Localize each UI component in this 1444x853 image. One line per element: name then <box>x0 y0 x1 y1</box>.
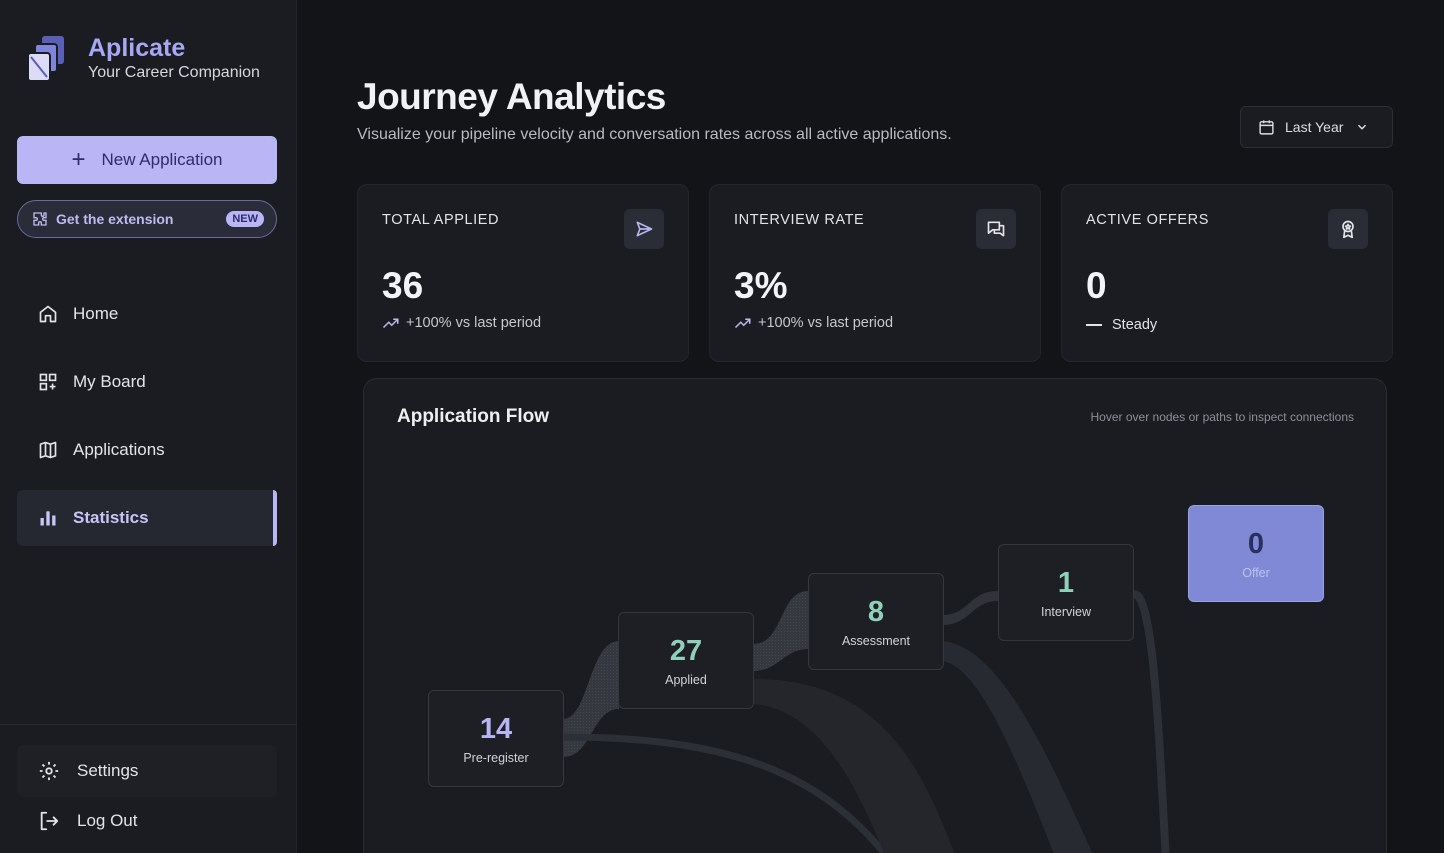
flow-node-assessment[interactable]: 8 Assessment <box>808 573 944 670</box>
application-flow-card: Application Flow Hover over nodes or pat… <box>363 378 1387 853</box>
brand[interactable]: Aplicate Your Career Companion <box>26 34 260 86</box>
logout-button[interactable]: Log Out <box>17 800 277 842</box>
stat-trend-text: Steady <box>1112 317 1158 333</box>
node-label: Interview <box>1040 604 1092 619</box>
flow-hint: Hover over nodes or paths to inspect con… <box>1090 410 1354 424</box>
settings-label: Settings <box>77 761 139 780</box>
nav-label-my-board: My Board <box>73 372 146 391</box>
node-value: 8 <box>867 595 885 628</box>
settings-button[interactable]: Settings <box>17 745 277 797</box>
node-label: Applied <box>665 672 707 687</box>
flow-link-applied-assessment[interactable] <box>753 591 808 671</box>
minus-icon <box>1086 324 1102 326</box>
logout-icon <box>40 811 59 831</box>
flow-link-assessment-interview[interactable] <box>943 591 998 625</box>
node-value: 14 <box>479 712 513 745</box>
nav-item-home[interactable]: Home <box>17 286 277 342</box>
flow-title: Application Flow <box>397 406 549 427</box>
stat-label: INTERVIEW RATE <box>734 212 865 228</box>
logo-icon <box>26 34 68 86</box>
node-value: 27 <box>669 634 703 667</box>
bar-chart-icon <box>40 511 56 526</box>
date-range-select[interactable]: Last Year <box>1240 106 1393 148</box>
node-value: 0 <box>1247 527 1265 560</box>
award-icon <box>1328 209 1368 249</box>
stat-value: 3% <box>734 265 788 306</box>
logout-label: Log Out <box>77 811 138 830</box>
flow-link-assessment-drop[interactable] <box>943 641 1104 853</box>
flow-link-interview-drop[interactable] <box>1132 590 1170 853</box>
stat-trend-text: +100% vs last period <box>758 315 894 331</box>
home-icon <box>39 305 57 323</box>
brand-tagline: Your Career Companion <box>88 64 260 81</box>
nav-label-applications: Applications <box>73 440 165 459</box>
stat-card-total-applied: TOTAL APPLIED 36 +100% vs last period <box>357 184 689 362</box>
stat-value: 0 <box>1086 265 1107 306</box>
board-icon <box>39 373 57 391</box>
flow-node-interview[interactable]: 1 Interview <box>998 544 1134 641</box>
trending-up-icon <box>382 318 399 329</box>
stat-trend: +100% vs last period <box>734 315 893 331</box>
brand-name: Aplicate <box>88 34 186 62</box>
flow-node-pre-register[interactable]: 14 Pre-register <box>428 690 564 787</box>
nav-item-applications[interactable]: Applications <box>17 422 277 478</box>
sidebar: Aplicate Your Career Companion + New App… <box>0 0 297 853</box>
new-application-button[interactable]: + New Application <box>17 136 277 184</box>
stat-card-interview-rate: INTERVIEW RATE 3% +100% vs last period <box>709 184 1041 362</box>
get-extension-label: Get the extension <box>56 211 174 227</box>
page-title: Journey Analytics <box>357 76 666 117</box>
nav-item-statistics[interactable]: Statistics <box>17 490 277 546</box>
stat-trend-text: +100% vs last period <box>406 315 542 331</box>
new-badge: NEW <box>226 211 264 227</box>
trending-up-icon <box>734 318 751 329</box>
nav-label-statistics: Statistics <box>73 508 149 527</box>
node-label: Offer <box>1242 565 1270 580</box>
main-nav: Home My Board Applications Statistics <box>17 286 277 558</box>
chat-icon <box>976 209 1016 249</box>
plus-icon: + <box>71 146 86 173</box>
map-icon <box>39 441 57 459</box>
send-icon <box>624 209 664 249</box>
nav-item-my-board[interactable]: My Board <box>17 354 277 410</box>
sidebar-divider <box>0 724 297 725</box>
nav-label-home: Home <box>73 304 119 323</box>
node-value: 1 <box>1057 566 1075 599</box>
stat-value: 36 <box>382 265 424 306</box>
calendar-icon <box>1259 119 1274 135</box>
flow-node-applied[interactable]: 27 Applied <box>618 612 754 709</box>
puzzle-icon <box>33 212 47 226</box>
gear-icon <box>39 761 59 781</box>
node-label: Assessment <box>841 633 911 648</box>
stat-trend: Steady <box>1086 317 1157 333</box>
stat-label: ACTIVE OFFERS <box>1086 212 1210 228</box>
page-subtitle: Visualize your pipeline velocity and con… <box>357 126 952 143</box>
stat-trend: +100% vs last period <box>382 315 541 331</box>
stat-card-active-offers: ACTIVE OFFERS 0 Steady <box>1061 184 1393 362</box>
get-extension-button[interactable]: Get the extension NEW <box>17 200 277 238</box>
date-range-value: Last Year <box>1285 119 1344 135</box>
node-label: Pre-register <box>463 750 529 765</box>
chevron-down-icon <box>1358 124 1367 130</box>
stat-label: TOTAL APPLIED <box>382 212 500 228</box>
new-application-label: New Application <box>101 150 223 169</box>
flow-node-offer[interactable]: 0 Offer <box>1188 505 1324 602</box>
